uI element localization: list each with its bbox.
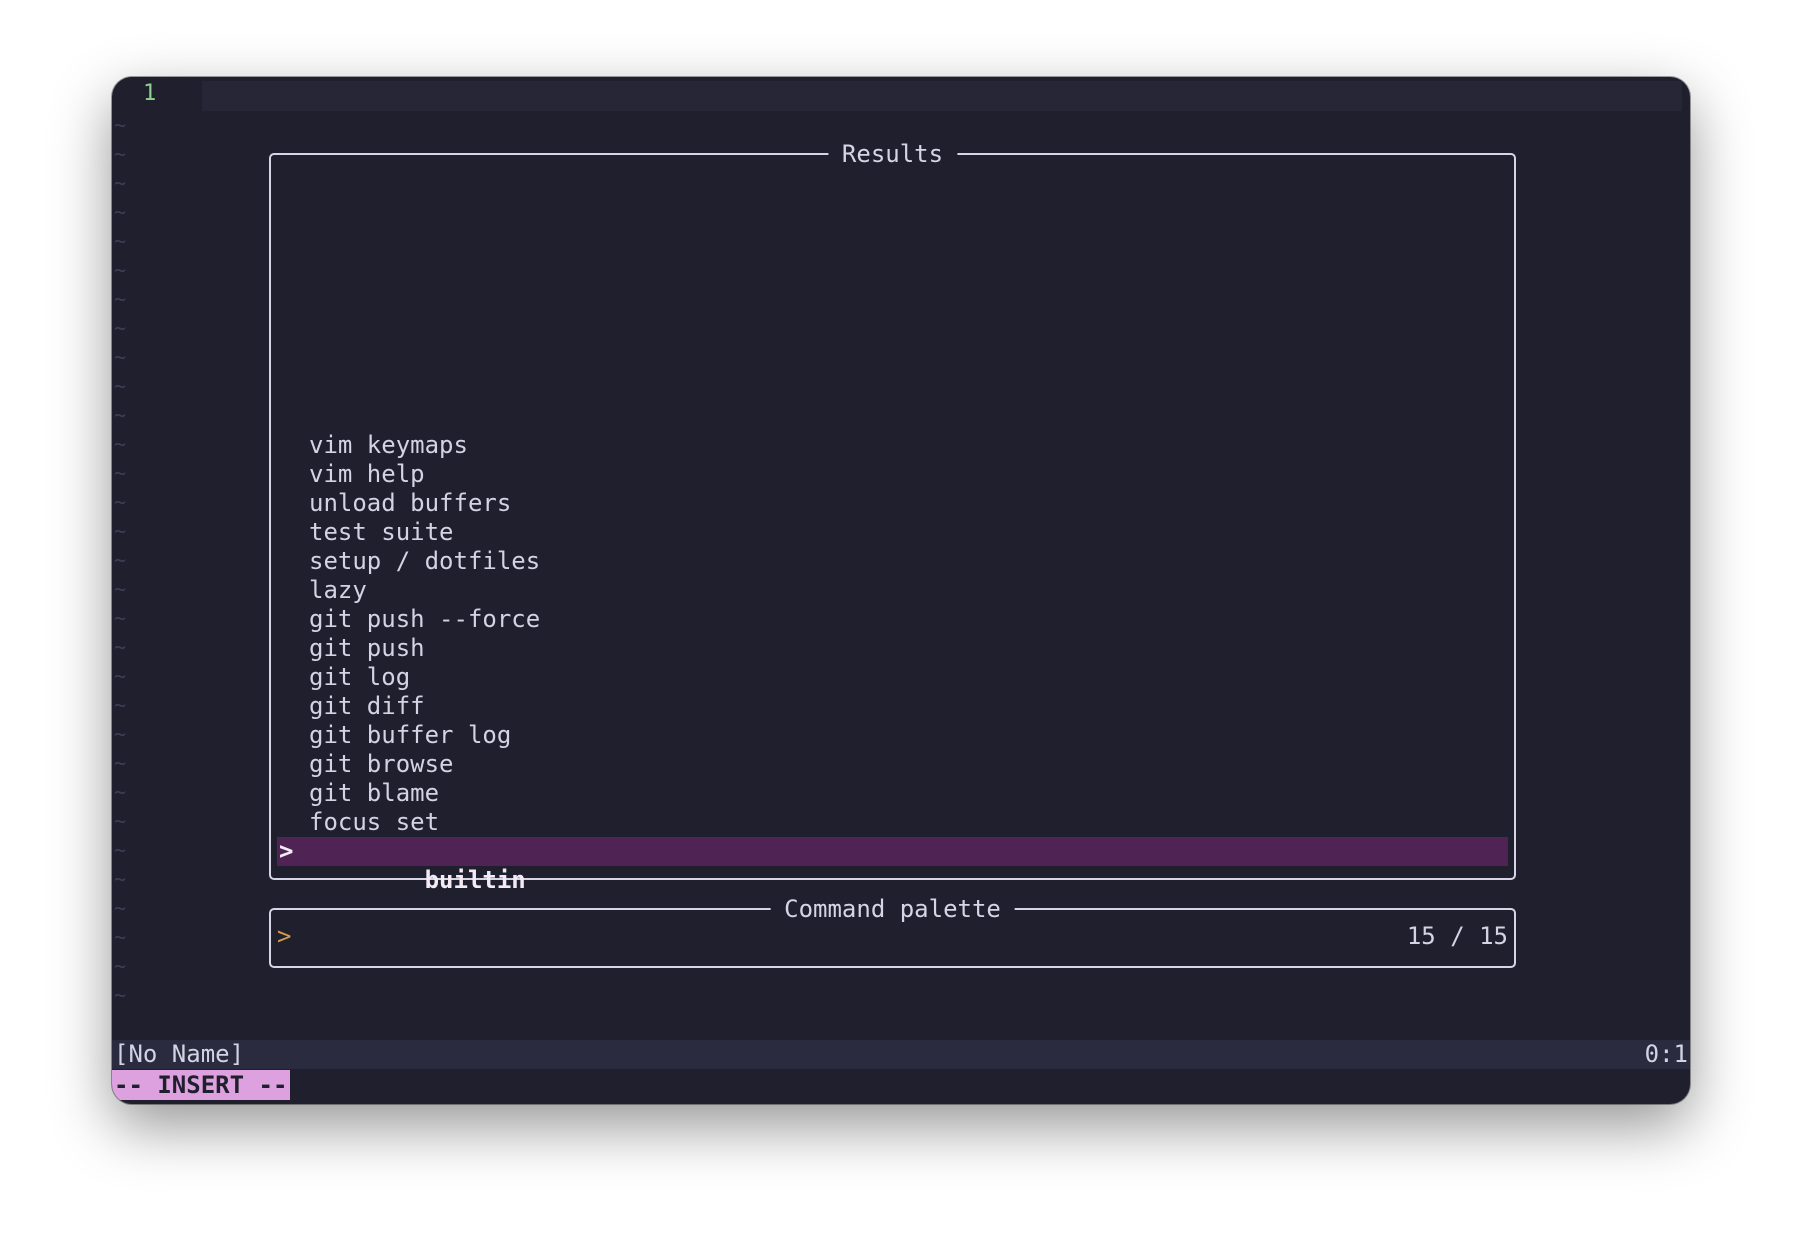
- tilde-marker: ~: [114, 606, 127, 630]
- result-item[interactable]: git buffer log: [277, 721, 1508, 750]
- tilde-marker: ~: [114, 954, 127, 978]
- result-item[interactable]: vim help: [277, 460, 1508, 489]
- tilde-marker: ~: [114, 519, 127, 543]
- insert-mode-indicator: -- INSERT --: [112, 1070, 291, 1100]
- result-item[interactable]: git log: [277, 663, 1508, 692]
- tilde-marker: ~: [114, 490, 127, 514]
- selected-result-item[interactable]: > builtin: [277, 837, 1508, 894]
- tilde-marker: ~: [114, 461, 127, 485]
- tilde-marker: ~: [114, 635, 127, 659]
- result-item[interactable]: unload buffers: [277, 489, 1508, 518]
- tilde-marker: ~: [114, 722, 127, 746]
- statusline: [No Name] 0:1: [112, 1040, 1690, 1069]
- tilde-marker: ~: [114, 171, 127, 195]
- tilde-marker: ~: [114, 287, 127, 311]
- buffer-filename: [No Name]: [114, 1040, 245, 1068]
- result-item[interactable]: git blame: [277, 779, 1508, 808]
- tilde-marker: ~: [114, 316, 127, 340]
- command-palette-title: Command palette: [770, 894, 1015, 924]
- tilde-marker: ~: [114, 780, 127, 804]
- cursor-line-highlight: [202, 81, 1682, 111]
- tilde-marker: ~: [114, 983, 127, 1007]
- tilde-marker: ~: [114, 809, 127, 833]
- tilde-marker: ~: [114, 548, 127, 572]
- result-item[interactable]: focus set: [277, 808, 1508, 837]
- tilde-marker: ~: [114, 142, 127, 166]
- terminal-window: 1 ~ ~ ~ ~ ~ ~ ~ ~ ~ ~ ~ ~ ~ ~ ~ ~ ~ ~ ~ …: [112, 77, 1690, 1104]
- cursor-position: 0:1: [1644, 1040, 1688, 1068]
- tilde-marker: ~: [114, 838, 127, 862]
- tilde-marker: ~: [114, 925, 127, 949]
- tilde-marker: ~: [114, 693, 127, 717]
- tilde-marker: ~: [114, 896, 127, 920]
- command-palette-prompt: Command palette > 15 / 15: [269, 894, 1516, 968]
- line-number: 1: [143, 81, 157, 106]
- buffer-line-1[interactable]: 1: [112, 77, 1690, 111]
- tilde-marker: ~: [114, 664, 127, 688]
- result-item[interactable]: setup / dotfiles: [277, 547, 1508, 576]
- results-list: vim keymaps vim help unload buffers test…: [277, 431, 1508, 894]
- command-search-input[interactable]: [305, 921, 1205, 951]
- tilde-marker: ~: [114, 403, 127, 427]
- results-title: Results: [827, 139, 958, 169]
- empty-line-markers: ~ ~ ~ ~ ~ ~ ~ ~ ~ ~ ~ ~ ~ ~ ~ ~ ~ ~ ~ ~ …: [114, 111, 126, 1010]
- tilde-marker: ~: [114, 374, 127, 398]
- tilde-marker: ~: [114, 113, 127, 137]
- mode-line: -- INSERT --: [112, 1070, 291, 1100]
- tilde-marker: ~: [114, 867, 127, 891]
- tilde-marker: ~: [114, 577, 127, 601]
- tilde-marker: ~: [114, 751, 127, 775]
- tilde-marker: ~: [114, 200, 127, 224]
- prompt-caret-icon: >: [277, 922, 292, 950]
- selected-result-label: builtin: [424, 866, 526, 894]
- tilde-marker: ~: [114, 229, 127, 253]
- result-item[interactable]: git push: [277, 634, 1508, 663]
- result-item[interactable]: vim keymaps: [277, 431, 1508, 460]
- result-item[interactable]: lazy: [277, 576, 1508, 605]
- result-item[interactable]: git diff: [277, 692, 1508, 721]
- results-panel: Results vim keymaps vim help unload buff…: [269, 139, 1516, 894]
- result-item[interactable]: git browse: [277, 750, 1508, 779]
- tilde-marker: ~: [114, 258, 127, 282]
- tilde-marker: ~: [114, 345, 127, 369]
- selection-caret-icon: >: [279, 837, 294, 865]
- tilde-marker: ~: [114, 432, 127, 456]
- result-item[interactable]: test suite: [277, 518, 1508, 547]
- result-count: 15 / 15: [1406, 922, 1508, 950]
- result-item[interactable]: git push --force: [277, 605, 1508, 634]
